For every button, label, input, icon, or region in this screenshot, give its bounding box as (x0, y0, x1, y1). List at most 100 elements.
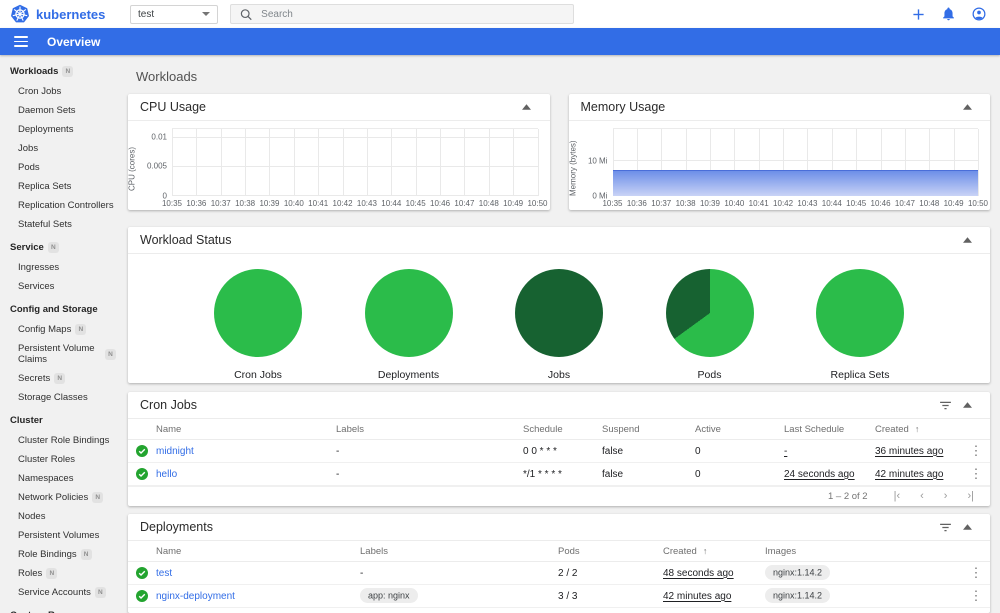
sidebar-item-jobs[interactable]: Jobs (0, 139, 120, 158)
sidebar-item-replica-sets[interactable]: Replica Sets (0, 177, 120, 196)
sidebar-item-services[interactable]: Services (0, 277, 120, 296)
x-tick-label: 10:39 (259, 199, 280, 208)
next-page-button[interactable]: › (944, 491, 948, 502)
sidebar-item-persistent-volumes[interactable]: Persistent Volumes (0, 526, 120, 545)
x-tick-label: 10:41 (748, 199, 769, 208)
search-input[interactable] (261, 8, 564, 20)
sidebar-item-secrets[interactable]: Secrets N (0, 369, 120, 388)
user-menu-button[interactable] (972, 7, 986, 21)
kebab-menu-button[interactable]: ⋮ (962, 466, 990, 482)
sidebar-item-replication-controllers[interactable]: Replication Controllers (0, 196, 120, 215)
sidebar-item-label: Replication Controllers (18, 200, 114, 211)
column-header-labels[interactable]: Labels (336, 424, 523, 435)
sidebar-item-cluster-role-bindings[interactable]: Cluster Role Bindings (0, 431, 120, 450)
kebab-menu-button[interactable]: ⋮ (962, 443, 990, 459)
collapse-button[interactable] (956, 517, 978, 537)
namespace-selector[interactable]: test (130, 4, 218, 24)
sidebar-item-role-bindings[interactable]: Role Bindings N (0, 545, 120, 564)
search-icon (240, 8, 252, 20)
y-tick-label: 0.005 (146, 161, 167, 171)
filter-button[interactable] (934, 395, 956, 415)
pie-chart (665, 269, 754, 357)
collapse-button[interactable] (956, 395, 978, 415)
collapse-button[interactable] (516, 97, 538, 117)
sidebar-item-storage-classes[interactable]: Storage Classes (0, 388, 120, 407)
sidebar-item-cron-jobs[interactable]: Cron Jobs (0, 82, 120, 101)
column-header-suspend[interactable]: Suspend (602, 424, 695, 435)
x-tick-label: 10:40 (283, 199, 304, 208)
column-header-label: Labels (360, 545, 388, 557)
x-tick-label: 10:46 (430, 199, 451, 208)
sidebar-item-daemon-sets[interactable]: Daemon Sets (0, 101, 120, 120)
kubernetes-logo[interactable]: kubernetes (10, 4, 122, 24)
sidebar-item-config-maps[interactable]: Config Maps N (0, 320, 120, 339)
x-tick-label: 10:45 (846, 199, 867, 208)
last-page-button[interactable]: ›| (967, 491, 974, 502)
hamburger-icon (14, 36, 28, 39)
row-name-link[interactable]: nginx-deployment (156, 591, 360, 602)
column-header-last-schedule[interactable]: Last Schedule (784, 424, 875, 435)
column-header-created[interactable]: Created ↑ (875, 424, 962, 435)
sidebar-item-label: Persistent Volume Claims (18, 343, 95, 365)
sidebar-section-cluster: Cluster (0, 407, 120, 431)
column-header-images[interactable]: Images (765, 546, 962, 557)
column-header-active[interactable]: Active (695, 424, 784, 435)
menu-button[interactable] (14, 36, 28, 47)
sidebar-item-nodes[interactable]: Nodes (0, 507, 120, 526)
sidebar-item-service-accounts[interactable]: Service Accounts N (0, 583, 120, 602)
gridline (318, 129, 320, 196)
sidebar-item-roles[interactable]: Roles N (0, 564, 120, 583)
check-circle-icon (136, 468, 148, 480)
column-header-schedule[interactable]: Schedule (523, 424, 602, 435)
row-name-link[interactable]: midnight (156, 446, 336, 457)
sidebar-item-namespaces[interactable]: Namespaces (0, 469, 120, 488)
filter-button[interactable] (934, 517, 956, 537)
row-schedule: */1 * * * * (523, 468, 562, 480)
collapse-button[interactable] (956, 230, 978, 250)
sidebar-item-ingresses[interactable]: Ingresses (0, 258, 120, 277)
sidebar-item-stateful-sets[interactable]: Stateful Sets (0, 215, 120, 234)
column-header-label: Active (695, 423, 721, 435)
collapse-button[interactable] (956, 97, 978, 117)
plus-icon (913, 8, 924, 20)
table-row: test - 2 / 2 48 seconds ago nginx:1.14.2 ⋮ (128, 562, 990, 585)
column-header-name[interactable]: Name (156, 546, 360, 557)
search-bar[interactable] (230, 4, 574, 24)
column-header-pods[interactable]: Pods (558, 546, 663, 557)
hamburger-icon (14, 40, 28, 43)
previous-page-button[interactable]: ‹ (920, 491, 924, 502)
first-page-button[interactable]: |‹ (894, 491, 901, 502)
column-header-name[interactable]: Name (156, 424, 336, 435)
row-name-link[interactable]: test (156, 568, 360, 579)
column-header-labels[interactable]: Labels (360, 546, 558, 557)
memory-usage-title: Memory Usage (580, 100, 666, 114)
column-header-created[interactable]: Created ↑ (663, 546, 765, 557)
gridline (440, 129, 442, 196)
sidebar-item-label: Roles (18, 568, 43, 579)
sidebar-item-cluster-roles[interactable]: Cluster Roles (0, 450, 120, 469)
x-tick-label: 10:44 (821, 199, 842, 208)
sidebar-item-pods[interactable]: Pods (0, 158, 120, 177)
row-labels: - (360, 568, 558, 579)
create-button[interactable] (912, 8, 925, 21)
sidebar-item-deployments[interactable]: Deployments (0, 120, 120, 139)
plot-area (612, 128, 979, 196)
sidebar-section-service: Service N (0, 234, 120, 258)
y-axis-label: Memory (bytes) (568, 140, 578, 197)
workload-status-card: Workload Status Cron Jobs Deployments Jobs… (128, 227, 990, 383)
notifications-button[interactable] (942, 7, 955, 21)
row-name-link[interactable]: hello (156, 469, 336, 480)
cpu-usage-card-header: CPU Usage (128, 94, 550, 121)
sidebar-item-label: Cluster Role Bindings (18, 435, 110, 446)
check-circle-icon (136, 567, 148, 579)
pie-label: Deployments (377, 369, 440, 381)
kebab-menu-button[interactable]: ⋮ (962, 588, 990, 604)
kebab-menu-button[interactable]: ⋮ (962, 565, 990, 581)
sidebar-item-persistent-volume-claims[interactable]: Persistent Volume Claims N (0, 339, 120, 369)
sidebar-item-label: Nodes (18, 511, 46, 522)
x-tick-label: 10:50 (527, 199, 548, 208)
x-tick-label: 10:42 (773, 199, 794, 208)
sidebar-item-network-policies[interactable]: Network Policies N (0, 488, 120, 507)
column-header-label: Last Schedule (784, 423, 845, 435)
sidebar-item-label: Service Accounts (18, 587, 91, 598)
